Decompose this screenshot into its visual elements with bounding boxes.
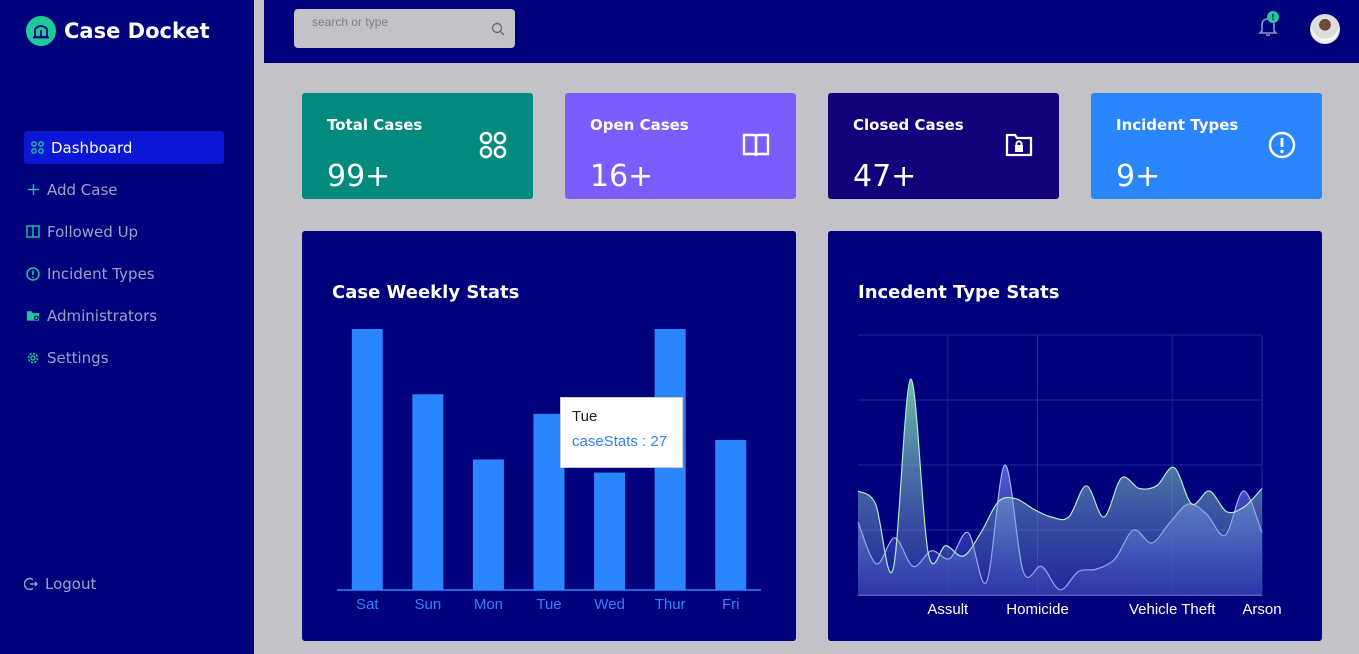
sidebar-item-label: Administrators: [47, 306, 158, 325]
stat-card-total-cases[interactable]: Total Cases 99+: [302, 93, 533, 199]
stat-card-value: 99+: [327, 159, 391, 194]
incident-stats-panel: Incedent Type Stats Assult Homicide Vehicl…: [828, 231, 1322, 641]
stat-card-title: Closed Cases: [853, 116, 964, 134]
search-input[interactable]: [294, 9, 484, 48]
x-tick-label: Vehicle Theft: [1129, 601, 1216, 618]
stat-card-title: Total Cases: [327, 116, 423, 134]
sidebar-item-label: Followed Up: [47, 222, 139, 241]
stat-card-title: Open Cases: [590, 116, 689, 134]
weekly-bar-chart: Sat Sun Mon Tue Wed Thur Fri: [337, 329, 761, 613]
sidebar-item-label: Add Case: [47, 180, 118, 199]
x-tick-label: Tue: [536, 596, 561, 613]
sidebar-item-incident-types[interactable]: Incident Types: [24, 257, 224, 290]
sidebar-item-add-case[interactable]: Add Case: [24, 173, 224, 206]
sidebar-item-dashboard[interactable]: Dashboard: [24, 131, 224, 164]
x-tick-label: Sun: [415, 596, 442, 613]
sidebar-item-label: Incident Types: [47, 264, 155, 283]
search-icon[interactable]: [491, 21, 505, 36]
folder-book-icon: [26, 225, 40, 239]
plus-icon: [26, 183, 40, 197]
gear-icon: [26, 351, 40, 365]
siren-logo-icon: [26, 16, 56, 46]
open-book-icon: [742, 131, 770, 159]
four-circles-icon: [479, 131, 507, 159]
alert-circle-icon: [1268, 131, 1296, 159]
stat-card-value: 9+: [1116, 159, 1161, 194]
avatar[interactable]: [1310, 14, 1340, 44]
topbar: !: [264, 0, 1359, 63]
folder-user-icon: [26, 309, 40, 323]
sidebar-item-settings[interactable]: Settings: [24, 341, 224, 374]
tooltip-value: caseStats : 27: [572, 433, 668, 450]
grid-icon: [30, 141, 44, 155]
stat-card-open-cases[interactable]: Open Cases 16+: [565, 93, 796, 199]
bar[interactable]: [594, 472, 626, 590]
x-tick-label: Mon: [474, 596, 503, 613]
bar[interactable]: [412, 394, 444, 590]
chart-tooltip: Tue caseStats : 27: [560, 397, 683, 468]
notification-badge: !: [1267, 11, 1279, 23]
alert-circle-icon: [26, 266, 40, 281]
x-tick-label: Thur: [655, 596, 686, 613]
weekly-stats-panel: Case Weekly Stats Sat Sun Mon Tue Wed Thur Fri…: [302, 231, 796, 641]
bar[interactable]: [715, 439, 747, 590]
bar[interactable]: [472, 459, 504, 591]
sidebar-item-label: Dashboard: [51, 138, 133, 157]
sidebar-item-label: Settings: [47, 348, 109, 367]
sidebar-nav: Dashboard Add Case Followed Up Incident …: [24, 131, 224, 383]
stat-card-incident-types[interactable]: Incident Types 9+: [1091, 93, 1322, 199]
stat-card-value: 47+: [853, 159, 917, 194]
area-fill-1: [858, 379, 1262, 595]
stat-card-closed-cases[interactable]: Closed Cases 47+: [828, 93, 1059, 199]
sidebar-item-followed-up[interactable]: Followed Up: [24, 215, 224, 248]
logout-button[interactable]: Logout: [24, 575, 96, 593]
tooltip-label: Tue: [572, 408, 598, 425]
x-tick-label: Fri: [722, 596, 740, 613]
x-tick-label: Homicide: [1006, 601, 1069, 618]
sidebar-item-administrators[interactable]: Administrators: [24, 299, 224, 332]
x-tick-label: Arson: [1242, 601, 1281, 618]
app-name: Case Docket: [64, 19, 210, 43]
brand[interactable]: Case Docket: [26, 16, 210, 46]
bar[interactable]: [351, 329, 383, 590]
folder-lock-icon: [1005, 131, 1033, 159]
logout-icon: [24, 577, 38, 591]
logout-label: Logout: [45, 575, 97, 593]
search-box: [294, 9, 515, 48]
stat-card-value: 16+: [590, 159, 654, 194]
x-tick-label: Assult: [927, 601, 969, 618]
incident-area-chart: Assult Homicide Vehicle Theft Arson: [857, 334, 1282, 618]
sidebar: Case Docket Dashboard Add Case Followed …: [0, 0, 254, 654]
stat-card-title: Incident Types: [1116, 116, 1239, 134]
x-tick-label: Wed: [594, 596, 625, 613]
x-tick-label: Sat: [356, 596, 379, 613]
